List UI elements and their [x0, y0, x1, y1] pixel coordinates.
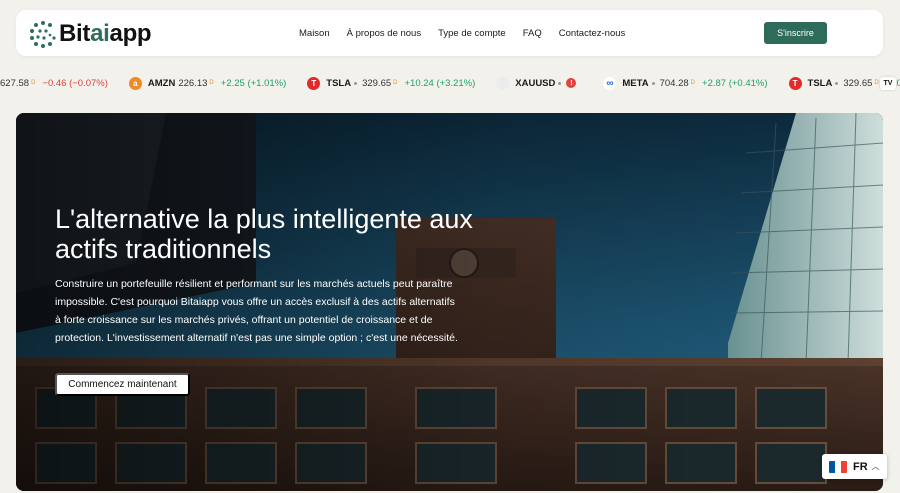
hero-title: L'alternative la plus intelligente aux a… — [55, 204, 473, 264]
ticker-symbol: TSLA — [807, 77, 833, 89]
language-code: FR — [853, 460, 868, 473]
ticker-item[interactable]: 627.58 D −0.46 (−0.07%) — [0, 78, 108, 89]
hero-section: L'alternative la plus intelligente aux a… — [16, 113, 883, 491]
france-flag-icon — [829, 460, 847, 473]
ticker-price: 704.28 — [659, 77, 689, 89]
ticker-symbol: AMZN — [147, 77, 176, 89]
ticker-change: +10.24 (+3.21%) — [404, 77, 476, 89]
ticker-item[interactable]: XAUUSD ! — [496, 76, 582, 90]
ticker-symbol: META — [622, 77, 649, 89]
signup-button[interactable]: S'inscrire — [764, 22, 827, 44]
delayed-icon: D — [31, 80, 36, 86]
logo[interactable]: Bitaiapp — [29, 20, 152, 48]
language-selector[interactable]: FR ︿ — [822, 454, 887, 479]
market-status-dot — [558, 81, 562, 85]
ticker-item[interactable]: ∞ META 704.28 D +2.87 (+0.41%) — [603, 76, 768, 90]
ticker-price: 329.65 — [362, 77, 392, 89]
ticker-change: −0.46 (−0.07%) — [42, 77, 108, 89]
nav-link-home[interactable]: Maison — [299, 28, 330, 39]
ticker-price: 329.65 — [843, 77, 873, 89]
delayed-icon: D — [874, 80, 879, 86]
ticker-symbol: XAUUSD — [515, 77, 556, 89]
hero-description: Construire un portefeuille résilient et … — [55, 278, 458, 344]
nav-link-about[interactable]: À propos de nous — [347, 28, 421, 39]
delayed-icon: D — [690, 80, 696, 86]
stock-ticker[interactable]: 627.58 D −0.46 (−0.07%) a AMZN 226.13 D +2… — [0, 72, 900, 94]
nav-link-faq[interactable]: FAQ — [523, 28, 542, 39]
tesla-icon: T — [307, 76, 321, 90]
main-nav: Maison À propos de nous Type de compte F… — [299, 10, 625, 56]
ticker-change: +2.87 (+0.41%) — [702, 77, 768, 89]
ticker-item[interactable]: T TSLA 329.65D +10.24 (+3.21%) — [307, 76, 476, 90]
delayed-icon: D — [393, 80, 398, 86]
ticker-change: +2.25 (+1.01%) — [220, 77, 287, 89]
market-status-dot — [354, 81, 358, 85]
nav-link-contact[interactable]: Contactez-nous — [559, 28, 626, 39]
ticker-item[interactable]: a AMZN 226.13 D +2.25 (+1.01%) — [128, 76, 287, 90]
get-started-button[interactable]: Commencez maintenant — [55, 373, 190, 396]
logo-text: Bitaiapp — [59, 20, 152, 47]
amazon-icon: a — [128, 76, 142, 90]
meta-icon: ∞ — [603, 76, 617, 90]
logo-icon — [30, 21, 56, 48]
delayed-icon: D — [209, 80, 214, 86]
ticker-price: 226.13 — [178, 77, 208, 89]
alert-icon: ! — [566, 78, 577, 88]
chevron-up-icon: ︿ — [871, 462, 880, 471]
gold-icon — [496, 76, 510, 90]
tesla-icon: T — [788, 76, 802, 90]
ticker-price: 627.58 — [0, 77, 30, 89]
market-status-dot — [835, 81, 839, 85]
nav-link-account-type[interactable]: Type de compte — [438, 28, 506, 39]
site-header: Bitaiapp Maison À propos de nous Type de… — [16, 10, 883, 56]
tradingview-icon[interactable]: TV — [880, 77, 896, 90]
ticker-track: 627.58 D −0.46 (−0.07%) a AMZN 226.13 D +2… — [0, 72, 900, 94]
ticker-symbol: TSLA — [326, 77, 352, 89]
market-status-dot — [651, 81, 655, 85]
